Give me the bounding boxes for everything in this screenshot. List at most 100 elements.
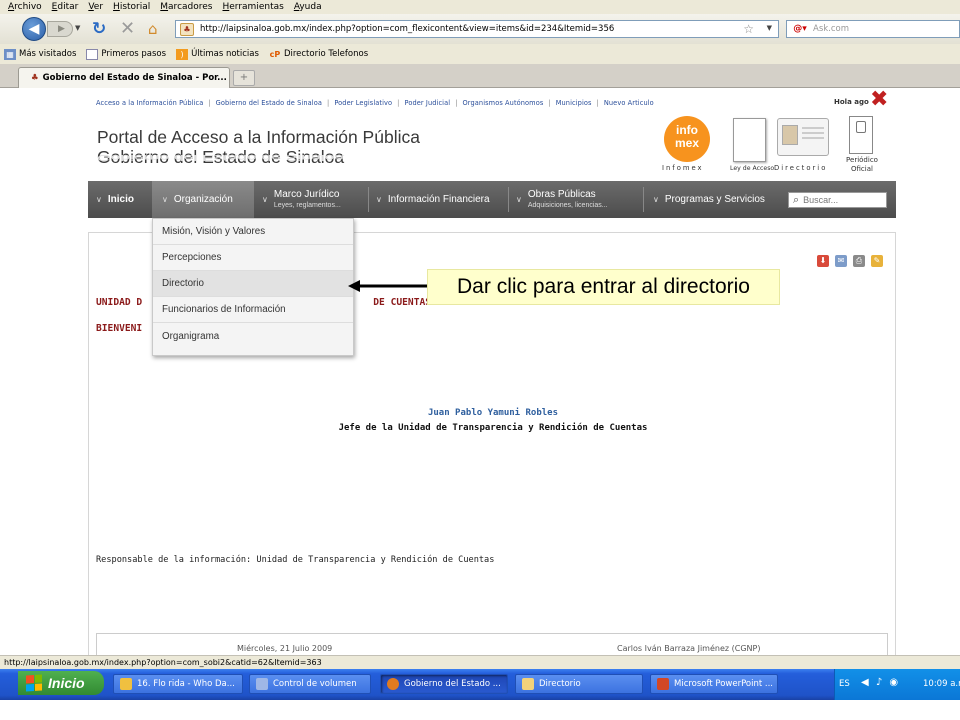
task-firefox[interactable]: Gobierno del Estado ... <box>380 674 508 694</box>
nav-label: Información Financiera <box>387 194 490 205</box>
windows-taskbar: Inicio 16. Flo rida - Who Da... Control … <box>0 669 960 700</box>
clock[interactable]: 10:09 a.m. <box>923 679 960 689</box>
chevron-down-icon: ∨ <box>162 195 168 204</box>
home-icon[interactable]: ⌂ <box>148 20 158 38</box>
menu-marcadores[interactable]: Marcadores <box>160 2 212 12</box>
chevron-down-icon: ∨ <box>376 195 382 204</box>
menu-ayuda[interactable]: Ayuda <box>294 2 322 12</box>
dropdown-item-directorio[interactable]: Directorio <box>153 271 353 297</box>
print-icon[interactable]: ⎙ <box>853 255 865 267</box>
site-favicon-icon: ♣ <box>180 22 194 36</box>
directorio-card-icon[interactable] <box>777 118 829 156</box>
menu-historial[interactable]: Historial <box>113 2 150 12</box>
separator: | <box>208 99 211 107</box>
menu-herramientas[interactable]: Herramientas <box>222 2 283 12</box>
volume-icon <box>256 678 268 690</box>
task-powerpoint[interactable]: Microsoft PowerPoint ... <box>650 674 778 694</box>
url-dropdown-icon[interactable]: ▼ <box>767 24 772 32</box>
toplink-acceso[interactable]: Acceso a la Información Pública <box>96 99 203 107</box>
nav-divider <box>508 187 509 212</box>
powerpoint-icon <box>657 678 669 690</box>
nav-marco-juridico[interactable]: ∨ Marco Jurídico Leyes, reglamentos... <box>262 181 341 218</box>
search-input[interactable]: @▾ Ask.com <box>786 20 960 38</box>
email-icon[interactable]: ✉ <box>835 255 847 267</box>
task-volume[interactable]: Control de volumen <box>249 674 371 694</box>
browser-menubar: Archivo Editar Ver Historial Marcadores … <box>0 0 960 14</box>
dropdown-item-organigrama[interactable]: Organigrama <box>153 323 353 349</box>
task-winamp[interactable]: 16. Flo rida - Who Da... <box>113 674 243 694</box>
bookmark-primeros-pasos[interactable]: Primeros pasos <box>86 48 166 60</box>
stop-icon[interactable]: ✕ <box>120 18 135 39</box>
bookmark-directorio-telefonos[interactable]: cP Directorio Telefonos <box>269 49 369 60</box>
seal-icon <box>856 121 866 133</box>
firefox-icon <box>387 678 399 690</box>
language-indicator[interactable]: ES <box>839 679 850 689</box>
task-directorio-folder[interactable]: Directorio <box>515 674 643 694</box>
person-role: Jefe de la Unidad de Transparencia y Ren… <box>338 423 648 433</box>
media-player-icon <box>120 678 132 690</box>
forward-button[interactable]: ▶ <box>47 21 73 37</box>
bookmark-star-icon[interactable]: ☆ <box>743 22 754 36</box>
url-bar[interactable]: ♣ http://laipsinaloa.gob.mx/index.php?op… <box>175 20 779 38</box>
page-icon <box>86 48 99 60</box>
menu-ver[interactable]: Ver <box>88 2 103 12</box>
toplink-gobierno[interactable]: Gobierno del Estado de Sinaloa <box>216 99 322 107</box>
callout-arrow-icon <box>348 280 428 292</box>
close-icon[interactable]: ✖ <box>870 89 888 111</box>
tray-icons[interactable]: ◀ ♪ ◉ <box>861 677 900 688</box>
toplink-legislativo[interactable]: Poder Legislativo <box>334 99 392 107</box>
nav-inicio[interactable]: ∨ Inicio <box>96 181 134 218</box>
chevron-down-icon: ∨ <box>516 195 522 204</box>
nav-organizacion[interactable]: ∨ Organización <box>152 181 254 218</box>
infomex-label: Infomex <box>662 164 704 172</box>
nav-informacion-financiera[interactable]: ∨ Información Financiera <box>376 181 490 218</box>
chevron-down-icon: ∨ <box>653 195 659 204</box>
infomex-logo-icon[interactable]: info mex <box>664 116 710 162</box>
toplink-nuevo-articulo[interactable]: Nuevo Articulo <box>604 99 654 107</box>
ley-acceso-document-icon[interactable] <box>733 118 766 162</box>
windows-flag-icon <box>26 674 42 692</box>
nav-label: Organización <box>173 194 233 205</box>
nav-obras-publicas[interactable]: ∨ Obras Públicas Adquisiciones, licencias… <box>516 181 608 218</box>
separator: | <box>455 99 458 107</box>
new-tab-button[interactable]: + <box>233 70 255 86</box>
reload-icon[interactable]: ↻ <box>92 19 106 39</box>
nav-programas-servicios[interactable]: ∨ Programas y Servicios <box>653 181 765 218</box>
main-nav: ∨ Inicio ∨ Organización ∨ Marco Jurídico… <box>88 181 896 218</box>
start-button[interactable]: Inicio <box>18 671 104 695</box>
welcome-heading: BIENVENI <box>96 323 143 334</box>
separator: | <box>397 99 400 107</box>
toplink-judicial[interactable]: Poder Judicial <box>404 99 450 107</box>
site-header: Acceso a la Información Pública | Gobiern… <box>88 88 896 181</box>
page-viewport: Acceso a la Información Pública | Gobiern… <box>0 88 960 655</box>
responsable-text: Responsable de la información: Unidad de… <box>96 555 495 565</box>
title-start: UNIDAD D <box>96 297 143 308</box>
separator: | <box>548 99 551 107</box>
ask-engine-icon[interactable]: @▾ <box>787 21 813 37</box>
periodico-document-icon[interactable] <box>849 116 873 154</box>
toplink-municipios[interactable]: Municipios <box>556 99 592 107</box>
dropdown-item-funcionarios[interactable]: Funcionarios de Información <box>153 297 353 323</box>
browser-navbar: ◀ ▶ ▼ ↻ ✕ ⌂ ♣ http://laipsinaloa.gob.mx/… <box>0 14 960 44</box>
menu-archivo[interactable]: Archivo <box>8 2 42 12</box>
dropdown-item-mision[interactable]: Misión, Visión y Valores <box>153 219 353 245</box>
bookmark-ultimas-noticias[interactable]: ) Últimas noticias <box>176 48 259 60</box>
tab-gobierno-sinaloa[interactable]: ♣ Gobierno del Estado de Sinaloa - Por..… <box>18 67 230 88</box>
ley-acceso-label: Ley de Acceso <box>730 165 775 172</box>
article-tools: ⬇ ✉ ⎙ ✎ <box>817 255 883 267</box>
pdf-icon[interactable]: ⬇ <box>817 255 829 267</box>
screen-bottom-margin <box>0 700 960 720</box>
edit-icon[interactable]: ✎ <box>871 255 883 267</box>
nav-label: Obras Públicas <box>527 188 596 200</box>
site-search-input[interactable]: ⌕ Buscar... <box>788 192 887 208</box>
task-label: Directorio <box>539 679 581 689</box>
dropdown-item-percepciones[interactable]: Percepciones <box>153 245 353 271</box>
toplink-autonomos[interactable]: Organismos Autónomos <box>463 99 544 107</box>
bookmark-mas-visitados[interactable]: ▦ Más visitados <box>4 48 76 60</box>
history-dropdown-icon[interactable]: ▼ <box>75 24 80 32</box>
start-label: Inicio <box>48 675 85 691</box>
menu-editar[interactable]: Editar <box>52 2 79 12</box>
back-button[interactable]: ◀ <box>22 17 46 41</box>
nav-label: Programas y Servicios <box>664 194 765 205</box>
title-end: DE CUENTAS <box>373 297 432 308</box>
